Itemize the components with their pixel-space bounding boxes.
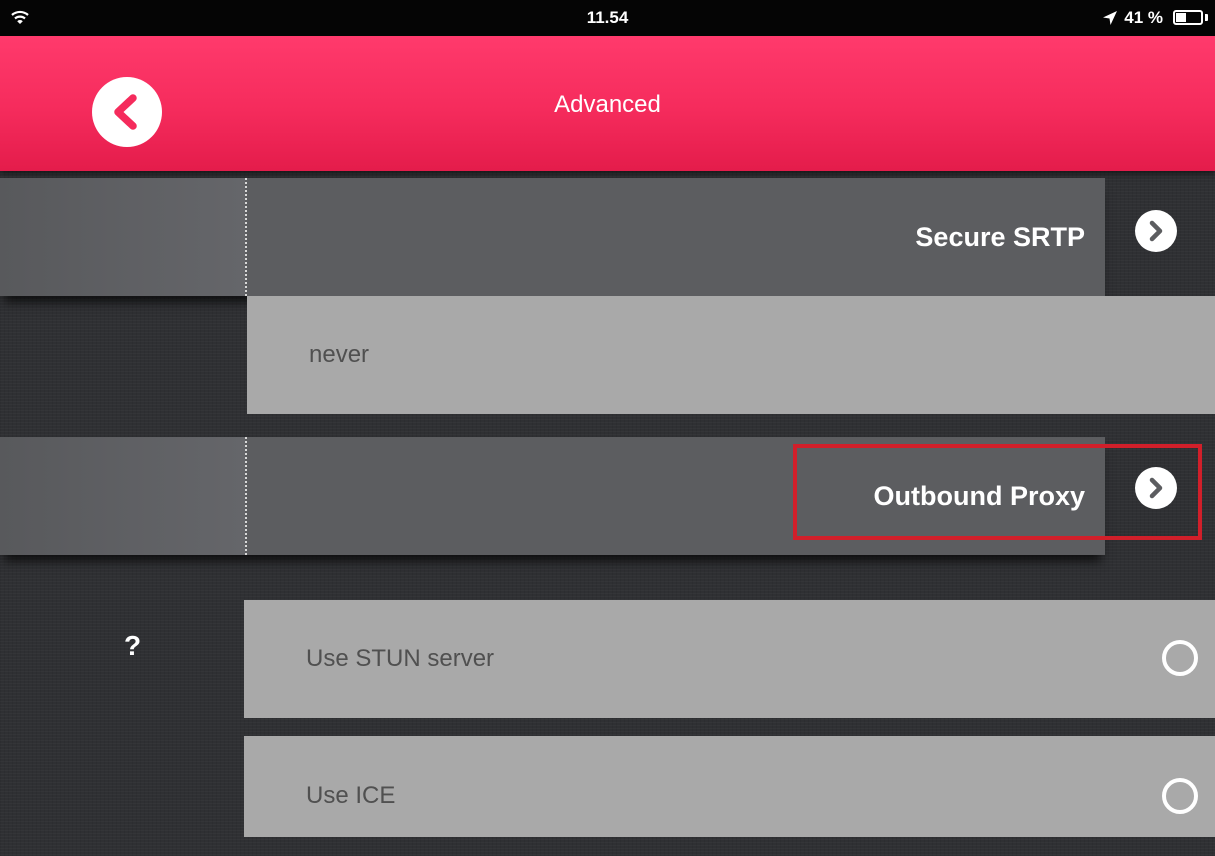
secure-srtp-value-row[interactable]: never bbox=[247, 296, 1215, 414]
use-stun-label: Use STUN server bbox=[306, 645, 495, 672]
battery-fill bbox=[1176, 13, 1186, 22]
secure-srtp-row[interactable]: Secure SRTP bbox=[0, 178, 1105, 296]
secure-srtp-value: never bbox=[309, 341, 370, 368]
use-stun-radio[interactable] bbox=[1162, 640, 1198, 676]
battery-percent: 41 % bbox=[1124, 8, 1163, 27]
help-icon[interactable]: ? bbox=[124, 630, 141, 662]
use-ice-label: Use ICE bbox=[306, 782, 396, 809]
nav-bar: Advanced bbox=[0, 36, 1215, 171]
page-title: Advanced bbox=[554, 91, 661, 118]
location-arrow-icon bbox=[1103, 11, 1118, 25]
highlight-box bbox=[793, 444, 1202, 540]
battery-icon bbox=[1173, 10, 1208, 25]
use-ice-radio[interactable] bbox=[1162, 778, 1198, 814]
status-bar: 11.54 41 % bbox=[0, 0, 1215, 36]
use-stun-row[interactable]: Use STUN server bbox=[244, 600, 1215, 718]
secure-srtp-label: Secure SRTP bbox=[915, 222, 1085, 252]
secure-srtp-chevron-button[interactable] bbox=[1135, 210, 1177, 252]
use-ice-row[interactable]: Use ICE bbox=[244, 736, 1215, 837]
chevron-right-icon bbox=[1149, 220, 1163, 242]
status-time: 11.54 bbox=[586, 8, 629, 27]
